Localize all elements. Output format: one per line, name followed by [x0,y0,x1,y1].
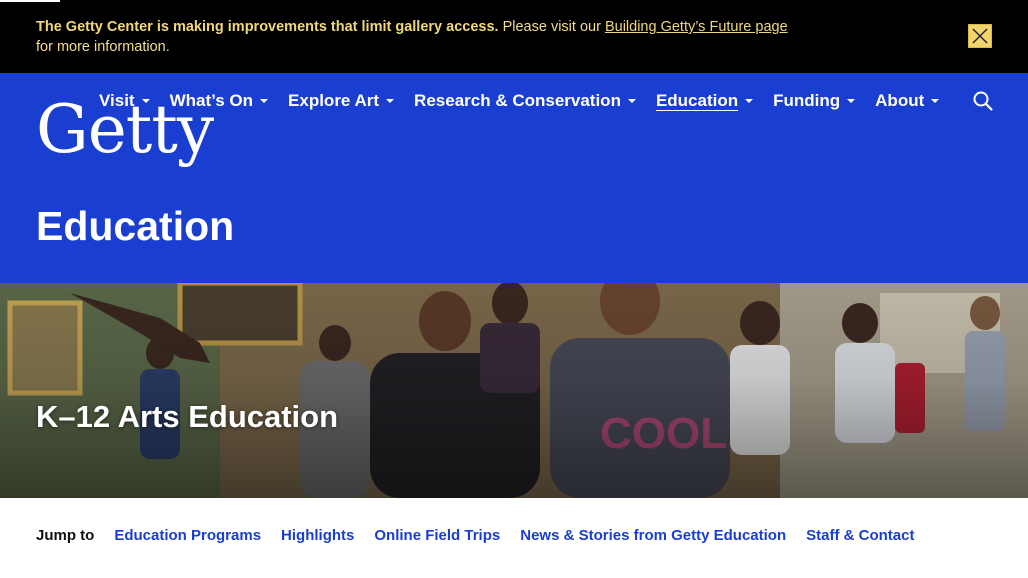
chevron-down-icon [260,99,269,103]
alert-close-button[interactable] [968,24,992,48]
nav-item-about[interactable]: About [875,90,940,112]
nav-item-explore-art[interactable]: Explore Art [288,90,395,112]
jump-to-nav: Jump to Education Programs Highlights On… [36,527,934,544]
nav-item-whats-on[interactable]: What’s On [169,90,269,112]
hero-shade-overlay [0,283,1028,498]
chevron-down-icon [386,99,395,103]
jump-link-staff-contact[interactable]: Staff & Contact [806,527,914,544]
alert-text-after: for more information. [36,39,170,55]
nav-item-research-conservation[interactable]: Research & Conservation [414,90,636,112]
hero-image: COOL K–12 Arts Education [0,283,1028,498]
jump-to-label: Jump to [36,527,95,544]
jump-link-highlights[interactable]: Highlights [281,527,354,544]
chevron-down-icon [627,99,636,103]
site-header: Getty Visit What’s On Explore Art Resear… [0,73,1028,283]
close-icon [972,28,988,44]
nav-item-label: Explore Art [288,91,380,110]
nav-item-label: Research & Conservation [414,91,621,110]
jump-link-news-stories[interactable]: News & Stories from Getty Education [520,527,786,544]
alert-banner: The Getty Center is making improvements … [0,0,1028,73]
jump-link-online-field-trips[interactable]: Online Field Trips [374,527,500,544]
hero-title: K–12 Arts Education [36,399,339,434]
chevron-down-icon [931,99,940,103]
nav-item-label: Funding [773,91,841,110]
main-nav: Visit What’s On Explore Art Research & C… [99,90,959,112]
chevron-down-icon [141,99,150,103]
alert-message: The Getty Center is making improvements … [36,17,856,57]
chevron-down-icon [847,99,856,103]
nav-item-label: What’s On [169,91,254,110]
alert-text: Please visit our [498,19,605,35]
nav-item-label: Education [655,91,739,110]
page-title: Education [36,203,235,249]
search-icon [973,91,993,111]
alert-top-indicator [0,0,60,2]
nav-item-funding[interactable]: Funding [773,90,856,112]
alert-bold-text: The Getty Center is making improvements … [36,19,499,35]
nav-item-label: About [875,91,925,110]
search-button[interactable] [972,90,994,112]
chevron-down-icon [745,99,754,103]
building-future-link[interactable]: Building Getty’s Future page [605,19,788,35]
nav-item-education[interactable]: Education [655,90,754,112]
jump-link-education-programs[interactable]: Education Programs [114,527,261,544]
nav-item-visit[interactable]: Visit [99,90,150,112]
nav-item-label: Visit [99,91,135,110]
